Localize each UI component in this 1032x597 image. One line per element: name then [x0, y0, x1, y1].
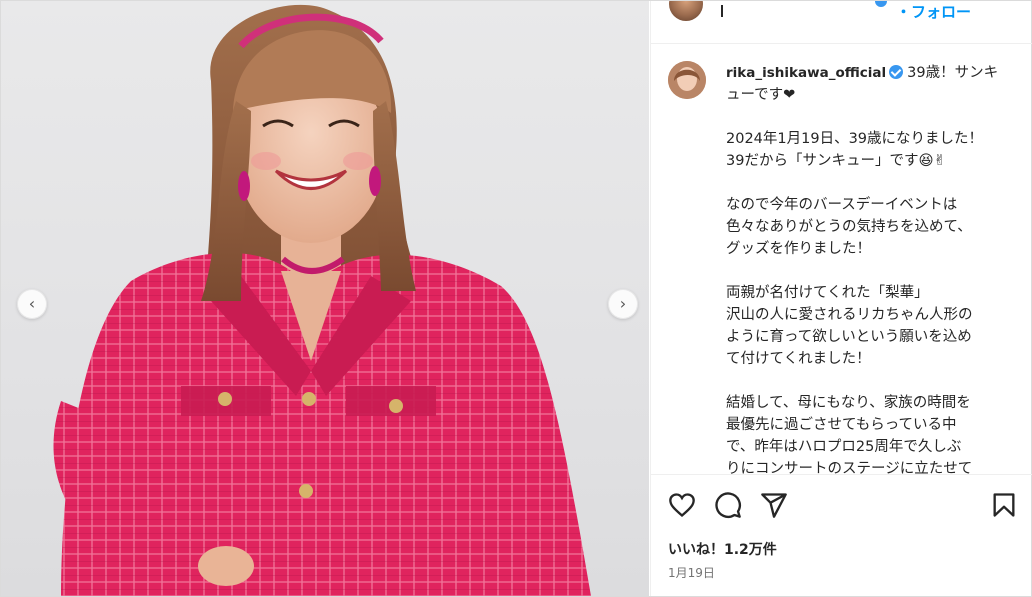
previous-image-button[interactable]: ‹ — [17, 289, 47, 319]
verified-badge-icon — [889, 65, 904, 79]
post-actions: いいね！1.2万件 1月19日 — [651, 474, 1032, 597]
chevron-right-icon: › — [619, 294, 627, 313]
avatar-illustration — [668, 61, 706, 99]
chevron-left-icon: ‹ — [28, 294, 36, 313]
caption-paragraph: 両親が名付けてくれた「梨華」 沢山の人に愛されるリカちゃん人形の ように育って欲… — [726, 285, 973, 367]
header-avatar[interactable] — [669, 1, 703, 21]
heart-icon[interactable] — [668, 491, 696, 519]
bookmark-icon[interactable] — [990, 491, 1018, 519]
caption-paragraph: 2024年1月19日、39歳になりました！ 39だから「サンキュー」です😆✌ — [726, 131, 984, 169]
post-header: ・フォロー — [651, 1, 1032, 44]
caption-paragraph: なので今年のバースデーイベントは 色々なありがとうの気持ちを込めて、 グッズを作… — [726, 197, 972, 257]
photo-illustration — [53, 4, 591, 596]
next-image-button[interactable]: › — [608, 289, 638, 319]
share-icon[interactable] — [760, 491, 788, 519]
verified-icon — [875, 1, 887, 7]
caption-first-line: rika_ishikawa_official 39歳！サンキューです❤ — [726, 65, 998, 103]
caption-paragraph: 結婚して、母にもなり、家族の時間を 最優先に過ごさせてもらっている中 で、昨年は… — [726, 395, 973, 474]
caption-avatar[interactable] — [668, 61, 706, 99]
likes-count[interactable]: いいね！1.2万件 — [668, 539, 777, 559]
caption-username[interactable]: rika_ishikawa_official — [726, 65, 886, 81]
follow-button[interactable]: ・フォロー — [896, 1, 971, 22]
comment-icon[interactable] — [714, 491, 742, 519]
caption-area: rika_ishikawa_official 39歳！サンキューです❤ 2024年… — [651, 44, 1032, 474]
caption-text: rika_ishikawa_official 39歳！サンキューです❤ 2024年… — [726, 62, 1006, 474]
post-side-panel: ・フォロー rika_ishikawa_official 39歳！サンキューです❤… — [650, 1, 1032, 596]
header-username-fragment — [721, 5, 729, 17]
post-photo: ‹ › — [1, 1, 649, 596]
post-date: 1月19日 — [668, 566, 715, 580]
